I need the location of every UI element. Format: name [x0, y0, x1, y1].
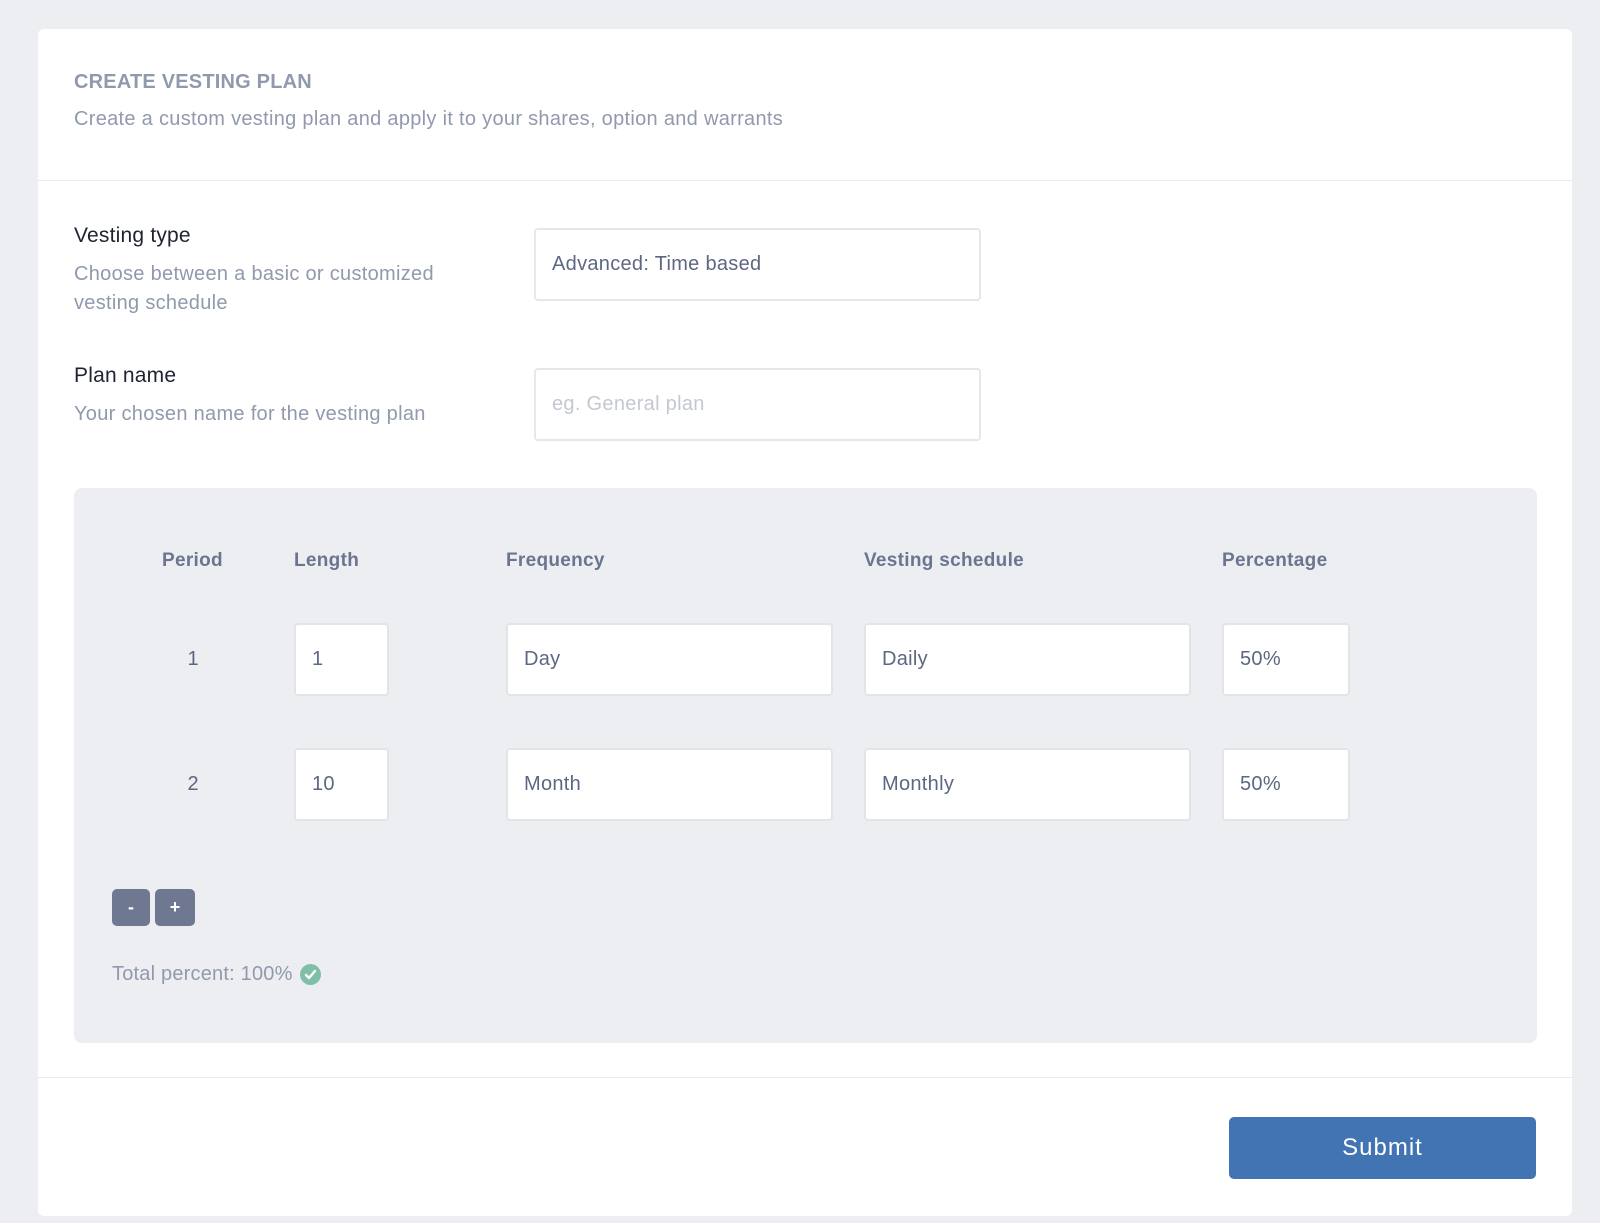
row-2-length-input[interactable]: 10 [294, 748, 389, 821]
row-1-length-input[interactable]: 1 [294, 623, 389, 696]
vesting-type-label: Vesting type [74, 224, 191, 247]
total-percent-status: Total percent: 100% [112, 963, 321, 986]
row-1-frequency-value: Day [524, 648, 561, 670]
column-header-frequency: Frequency [506, 550, 605, 571]
vesting-type-help: Choose between a basic or customized ves… [74, 263, 434, 314]
column-header-vesting-schedule: Vesting schedule [864, 550, 1025, 571]
column-header-length: Length [294, 550, 360, 571]
row-1-vesting-schedule-select[interactable]: Daily [864, 623, 1191, 696]
plan-name-input[interactable]: eg. General plan [534, 368, 981, 441]
row-1-vesting-schedule-value: Daily [882, 648, 928, 670]
card-header: CREATE VESTING PLAN Create a custom vest… [38, 29, 1572, 181]
row-1-period: 1 [187, 648, 199, 670]
plan-name-help: Your chosen name for the vesting plan [74, 403, 426, 425]
row-2-vesting-schedule-value: Monthly [882, 773, 955, 795]
vesting-type-label-group: Vesting type Choose between a basic or c… [74, 224, 494, 318]
vesting-schedule-panel: Period Length Frequency Vesting schedule… [74, 488, 1537, 1043]
submit-button[interactable]: Submit [1229, 1117, 1536, 1179]
add-period-button[interactable]: + [155, 889, 195, 926]
row-2-length-value: 10 [312, 773, 335, 795]
create-vesting-plan-card: CREATE VESTING PLAN Create a custom vest… [38, 29, 1572, 1216]
vesting-type-select[interactable]: Advanced: Time based [534, 228, 981, 301]
row-2-percentage-value: 50% [1240, 773, 1281, 795]
row-2-period: 2 [187, 773, 199, 795]
row-1-frequency-select[interactable]: Day [506, 623, 833, 696]
column-header-period: Period [162, 550, 223, 571]
remove-period-button[interactable]: - [112, 889, 150, 926]
check-circle-icon [299, 964, 321, 985]
plan-name-label-group: Plan name Your chosen name for the vesti… [74, 364, 494, 429]
row-1-length-value: 1 [312, 648, 324, 670]
vesting-type-value: Advanced: Time based [552, 253, 762, 275]
row-1-percentage-input[interactable]: 50% [1222, 623, 1350, 696]
page-title: CREATE VESTING PLAN [74, 71, 312, 93]
row-2-vesting-schedule-select[interactable]: Monthly [864, 748, 1191, 821]
plan-name-placeholder: eg. General plan [552, 393, 705, 415]
page-subtitle: Create a custom vesting plan and apply i… [74, 108, 784, 130]
row-2-frequency-select[interactable]: Month [506, 748, 833, 821]
row-1-percentage-value: 50% [1240, 648, 1281, 670]
column-header-percentage: Percentage [1222, 550, 1328, 571]
row-2-frequency-value: Month [524, 773, 582, 795]
footer-divider [38, 1077, 1572, 1078]
row-2-percentage-input[interactable]: 50% [1222, 748, 1350, 821]
plan-name-label: Plan name [74, 364, 177, 387]
total-percent-label: Total percent: 100% [112, 963, 293, 985]
